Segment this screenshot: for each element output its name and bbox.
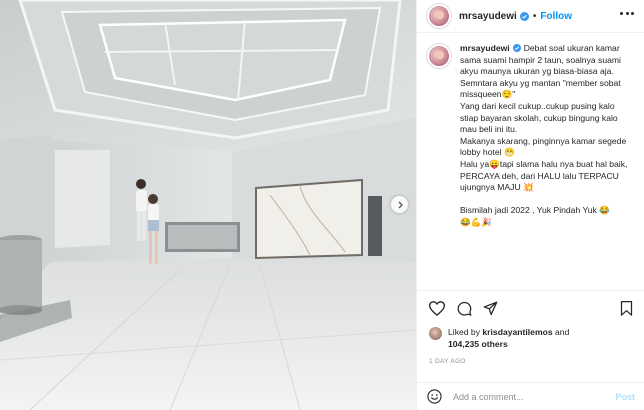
chevron-right-icon	[398, 201, 403, 208]
caption-area: mrsayudewi Debat soal ukuran kamar sama s…	[417, 33, 644, 288]
liker-avatar[interactable]	[429, 327, 442, 340]
heart-icon[interactable]	[429, 301, 445, 316]
liked-by-user[interactable]: krisdayantilemos	[482, 327, 552, 337]
room-photo-illustration	[0, 0, 416, 410]
separator-dot: •	[532, 10, 537, 22]
post-timestamp[interactable]: 1 DAY AGO	[429, 358, 466, 365]
follow-button[interactable]: Follow	[540, 11, 572, 22]
share-icon[interactable]	[483, 301, 498, 316]
caption-text: mrsayudewi Debat soal ukuran kamar sama s…	[460, 43, 634, 229]
bookmark-icon[interactable]	[620, 301, 633, 316]
likes-text: Liked by krisdayantilemos and 104,235 ot…	[448, 327, 569, 350]
caption-avatar[interactable]	[427, 44, 451, 68]
action-bar	[417, 290, 644, 324]
verified-badge-icon	[512, 44, 521, 52]
post-button[interactable]: Post	[615, 392, 635, 402]
likes-summary: Liked by krisdayantilemos and 104,235 ot…	[429, 327, 569, 350]
verified-badge-icon	[519, 11, 529, 21]
avatar[interactable]	[427, 4, 451, 28]
likes-count[interactable]: 104,235	[448, 339, 479, 349]
header-username[interactable]: mrsayudewi	[459, 11, 517, 22]
more-options-icon[interactable]	[620, 12, 634, 15]
comment-input[interactable]	[453, 391, 603, 402]
liked-by-prefix: Liked by	[448, 327, 483, 337]
caption-comment: mrsayudewi Debat soal ukuran kamar sama s…	[427, 43, 634, 229]
caption-username[interactable]: mrsayudewi	[460, 43, 510, 53]
next-image-button[interactable]	[391, 196, 408, 213]
post-photo[interactable]	[0, 0, 416, 410]
add-comment-bar: Post	[417, 382, 644, 410]
post-side-panel: mrsayudewi • Follow mrsayudewi Debat soal…	[416, 0, 644, 410]
caption-body: Debat soal ukuran kamar sama suami hampi…	[460, 43, 628, 227]
likes-others[interactable]: others	[479, 339, 507, 349]
comment-icon[interactable]	[457, 301, 472, 316]
liked-by-and: and	[552, 327, 570, 337]
post-header: mrsayudewi • Follow	[417, 0, 644, 33]
emoji-icon[interactable]	[427, 389, 442, 404]
